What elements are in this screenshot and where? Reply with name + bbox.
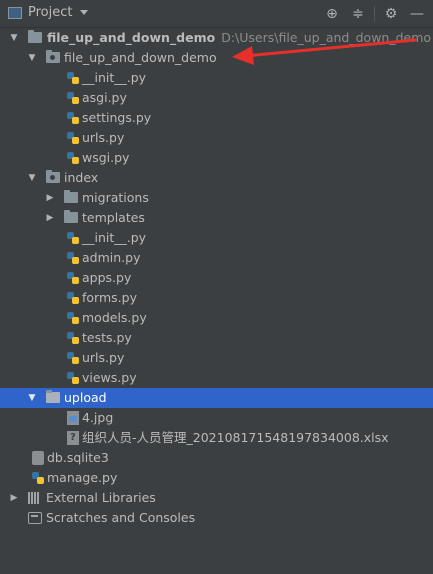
python-file-icon xyxy=(66,151,80,165)
folder-icon xyxy=(64,210,78,223)
tree-row-file[interactable]: db.sqlite3 xyxy=(0,448,433,468)
file-label: models.py xyxy=(82,310,147,325)
minimize-icon[interactable]: — xyxy=(407,4,427,24)
tree-row-file[interactable]: urls.py xyxy=(0,128,433,148)
file-label: urls.py xyxy=(82,130,125,145)
folder-label: templates xyxy=(82,210,145,225)
folder-label: migrations xyxy=(82,190,149,205)
folder-icon xyxy=(46,390,60,403)
python-file-icon xyxy=(66,71,80,85)
file-label: settings.py xyxy=(82,110,152,125)
tree-label-index: index xyxy=(64,170,99,185)
tree-row-index[interactable]: ▼ index xyxy=(0,168,433,188)
file-label: 组织人员-人员管理_20210817154819783400​8.xlsx xyxy=(82,430,389,445)
tree-row-file[interactable]: wsgi.py xyxy=(0,148,433,168)
file-label: __init__.py xyxy=(82,230,147,245)
python-file-icon xyxy=(66,351,80,365)
file-label: tests.py xyxy=(82,330,132,345)
chevron-down-icon[interactable]: ▼ xyxy=(26,388,38,408)
scrollbar[interactable] xyxy=(427,28,433,574)
tree-row-external-libraries[interactable]: ▶ External Libraries xyxy=(0,488,433,508)
tree-row-folder[interactable]: ▶ templates xyxy=(0,208,433,228)
tree-row-file[interactable]: manage.py xyxy=(0,468,433,488)
tree-row-file[interactable]: views.py xyxy=(0,368,433,388)
chevron-down-icon[interactable]: ▼ xyxy=(26,168,38,188)
tree-row-file[interactable]: 组织人员-人员管理_20210817154819783400​8.xlsx xyxy=(0,428,433,448)
file-label: db.sqlite3 xyxy=(47,450,109,465)
tree-row-file[interactable]: urls.py xyxy=(0,348,433,368)
tree-row-file[interactable]: models.py xyxy=(0,308,433,328)
tree-row-file[interactable]: settings.py xyxy=(0,108,433,128)
python-file-icon xyxy=(31,471,45,485)
project-view-title: Project xyxy=(28,5,73,20)
tree-row-scratches[interactable]: Scratches and Consoles xyxy=(0,508,433,528)
package-folder-icon xyxy=(46,170,60,183)
unknown-file-icon xyxy=(67,431,79,445)
tree-row-folder[interactable]: ▶ migrations xyxy=(0,188,433,208)
python-file-icon xyxy=(66,231,80,245)
python-file-icon xyxy=(66,331,80,345)
tree-row-file[interactable]: __init__.py xyxy=(0,228,433,248)
tree-row-pkg[interactable]: ▼ file_up_and_down_demo xyxy=(0,48,433,68)
tree-row-file[interactable]: __init__.py xyxy=(0,68,433,88)
chevron-right-icon[interactable]: ▶ xyxy=(44,188,56,208)
tree-label-pkg: file_up_and_down_demo xyxy=(64,50,217,65)
python-file-icon xyxy=(66,111,80,125)
root-path: D:\Users\file_up_and_down_demo xyxy=(221,30,432,45)
tree-row-file[interactable]: 4.jpg xyxy=(0,408,433,428)
tree-label-root: file_up_and_down_demo D:\Users\file_up_an… xyxy=(47,28,431,48)
chevron-right-icon[interactable]: ▶ xyxy=(8,488,20,508)
scratches-label: Scratches and Consoles xyxy=(46,510,196,525)
collapse-icon[interactable]: ≑ xyxy=(348,4,368,24)
python-file-icon xyxy=(66,251,80,265)
tree-row-file[interactable]: forms.py xyxy=(0,288,433,308)
python-file-icon xyxy=(66,91,80,105)
image-file-icon xyxy=(67,411,79,425)
file-label: admin.py xyxy=(82,250,141,265)
folder-icon xyxy=(28,30,42,43)
python-file-icon xyxy=(66,131,80,145)
gear-icon[interactable]: ⚙ xyxy=(381,4,401,24)
tree-row-root[interactable]: ▼ file_up_and_down_demo D:\Users\file_up_… xyxy=(0,28,433,48)
project-view-selector[interactable]: Project xyxy=(8,5,89,20)
file-label: asgi.py xyxy=(82,90,127,105)
external-libraries-label: External Libraries xyxy=(46,490,156,505)
chevron-down-icon xyxy=(80,10,89,15)
tree-row-file[interactable]: tests.py xyxy=(0,328,433,348)
chevron-right-icon[interactable]: ▶ xyxy=(44,208,56,228)
file-label: 4.jpg xyxy=(82,410,114,425)
python-file-icon xyxy=(66,271,80,285)
scratches-icon xyxy=(28,512,42,524)
tree-label-upload: upload xyxy=(64,390,107,405)
python-file-icon xyxy=(66,291,80,305)
tree-row-upload[interactable]: ▼ upload xyxy=(0,388,433,408)
toolbar-divider xyxy=(374,6,375,22)
project-toolbar: Project ⊕ ≑ ⚙ — xyxy=(0,0,433,28)
file-label: forms.py xyxy=(82,290,137,305)
tree-row-file[interactable]: admin.py xyxy=(0,248,433,268)
project-tree: ▼ file_up_and_down_demo D:\Users\file_up_… xyxy=(0,28,433,528)
database-file-icon xyxy=(32,451,44,465)
root-name: file_up_and_down_demo xyxy=(47,30,216,45)
python-file-icon xyxy=(66,371,80,385)
chevron-down-icon[interactable]: ▼ xyxy=(26,48,38,68)
python-file-icon xyxy=(66,311,80,325)
target-icon[interactable]: ⊕ xyxy=(322,4,342,24)
library-icon xyxy=(28,492,42,504)
folder-icon xyxy=(64,190,78,203)
chevron-down-icon[interactable]: ▼ xyxy=(8,28,20,48)
file-label: __init__.py xyxy=(82,70,147,85)
package-folder-icon xyxy=(46,50,60,63)
file-label: manage.py xyxy=(47,470,118,485)
tree-row-file[interactable]: asgi.py xyxy=(0,88,433,108)
file-label: apps.py xyxy=(82,270,132,285)
tree-row-file[interactable]: apps.py xyxy=(0,268,433,288)
file-label: views.py xyxy=(82,370,137,385)
project-icon xyxy=(8,6,22,19)
file-label: wsgi.py xyxy=(82,150,130,165)
file-label: urls.py xyxy=(82,350,125,365)
